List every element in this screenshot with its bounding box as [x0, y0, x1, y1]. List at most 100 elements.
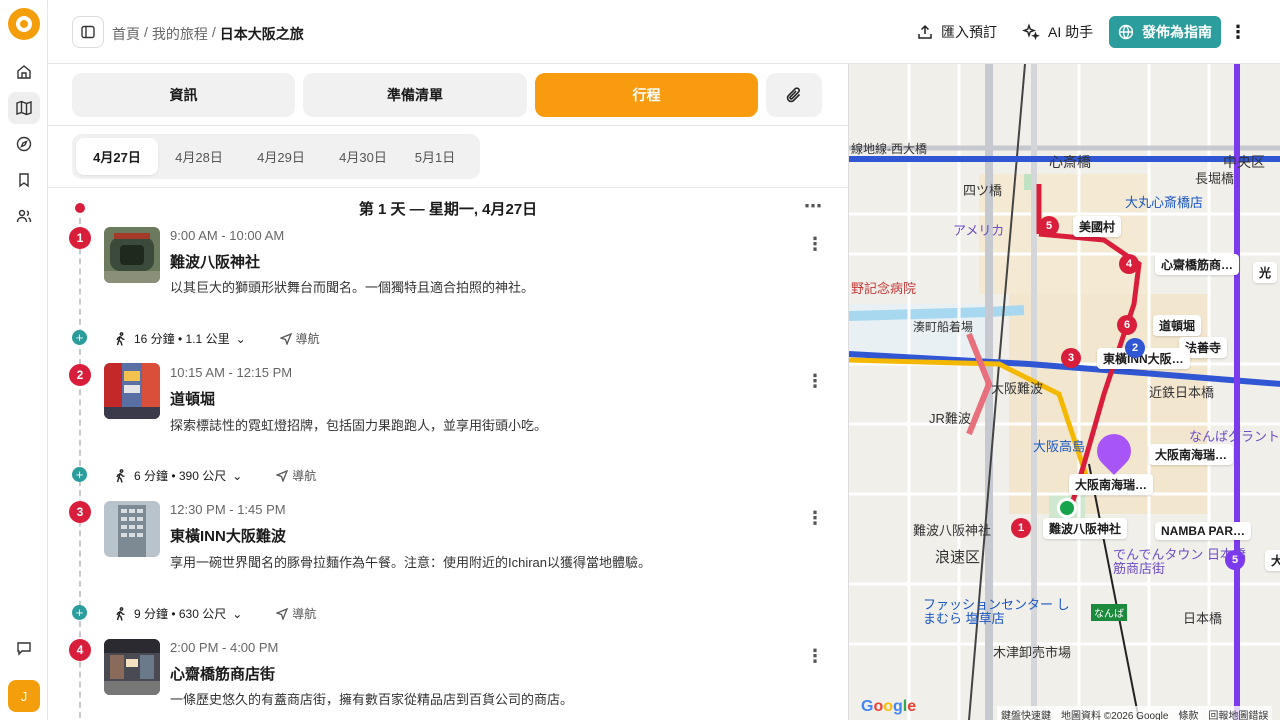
transit-info[interactable]: 16 分鐘 • 1.1 公里 ⌄ 導航 — [114, 330, 320, 347]
map-label: 線地線-西大橋 — [851, 142, 927, 156]
day-more-icon[interactable]: ⋯ — [804, 196, 822, 217]
stop-name[interactable]: 道頓堀 — [170, 388, 215, 409]
paperclip-icon — [786, 87, 801, 103]
map-pin[interactable]: 6 — [1117, 315, 1137, 335]
compass-icon[interactable] — [8, 128, 40, 160]
breadcrumb-trips[interactable]: 我的旅程 — [152, 24, 208, 44]
map-label: 四ツ橋 — [963, 183, 1003, 198]
map-label: 野記念病院 — [851, 281, 917, 296]
stop-number: 2 — [69, 364, 91, 386]
stop-time: 12:30 PM - 1:45 PM — [170, 502, 286, 517]
map-label: 浪速区 — [935, 549, 981, 566]
left-rail: J — [0, 0, 48, 720]
map-pin[interactable]: 5 — [1039, 216, 1059, 236]
publish-guide-button[interactable]: 發佈為指南 — [1109, 16, 1221, 48]
navigate-link[interactable]: 導航 — [276, 467, 316, 484]
map-place-label[interactable]: NAMBA PAR… — [1155, 522, 1251, 540]
map-label: 長堀橋 — [1195, 171, 1235, 186]
map-label: なんばグラント — [1189, 429, 1280, 444]
home-icon[interactable] — [8, 56, 40, 88]
transit-info[interactable]: 9 分鐘 • 630 公尺 ⌄ 導航 — [114, 605, 316, 622]
map-place-label[interactable]: 大阪南海瑞… — [1149, 444, 1234, 465]
map-place-label[interactable]: 大阪南海瑞… — [1069, 474, 1154, 495]
map-place-label[interactable]: 美國村 — [1073, 216, 1122, 237]
add-stop-icon[interactable]: + — [72, 330, 87, 345]
bookmark-icon[interactable] — [8, 164, 40, 196]
stop-more-icon[interactable]: ⋮ — [806, 371, 824, 392]
map-label: 日本橋 — [1183, 611, 1223, 626]
stop-more-icon[interactable]: ⋮ — [806, 508, 824, 529]
stop-more-icon[interactable]: ⋮ — [806, 646, 824, 667]
chevron-down-icon[interactable]: ⌄ — [232, 469, 242, 483]
keyboard-shortcuts-link[interactable]: 鍵盤快速鍵 — [1001, 707, 1051, 720]
map-label: 心斎橋 — [1049, 154, 1091, 170]
breadcrumb: 首頁 / 我的旅程 / 日本大阪之旅 — [112, 24, 304, 44]
google-logo: Google — [861, 698, 917, 715]
stop-time: 10:15 AM - 12:15 PM — [170, 365, 293, 380]
add-stop-icon[interactable]: + — [72, 605, 87, 620]
stop-thumbnail[interactable] — [104, 363, 160, 419]
map-place-label[interactable]: 心齋橋筋商… — [1155, 254, 1240, 275]
sidebar-toggle-button[interactable] — [72, 16, 104, 48]
itinerary-list: 第 1 天 — 星期一, 4月27日 ⋯ 1 9:00 AM - 10:00 A… — [48, 188, 848, 720]
map-place-label[interactable]: 道頓堀 — [1153, 315, 1202, 336]
upload-icon — [918, 24, 932, 39]
stop-number: 4 — [69, 639, 91, 661]
stop-name[interactable]: 心齋橋筋商店街 — [170, 663, 275, 684]
chat-icon[interactable] — [8, 632, 40, 664]
map-label: 湊町船着場 — [913, 320, 974, 334]
avatar[interactable]: J — [8, 680, 40, 712]
navigation-icon — [276, 607, 289, 620]
terms-link[interactable]: 條款 — [1178, 707, 1198, 720]
map-label: アメリカ — [953, 223, 1005, 238]
navigate-link[interactable]: 導航 — [276, 605, 316, 622]
navigate-link[interactable]: 導航 — [279, 330, 320, 347]
app-logo[interactable] — [8, 8, 40, 40]
tab-attachments[interactable] — [766, 73, 822, 117]
map-icon[interactable] — [8, 92, 40, 124]
date-tab-2[interactable]: 4月28日 — [158, 138, 240, 175]
map-label: 難波八阪神社 — [913, 523, 992, 538]
stop-number: 1 — [69, 227, 91, 249]
transit-info[interactable]: 6 分鐘 • 390 公尺 ⌄ 導航 — [114, 467, 316, 484]
tab-info[interactable]: 資訊 — [72, 73, 295, 117]
map-place-label[interactable]: 大 — [1265, 550, 1280, 571]
map-place-label[interactable]: 光 — [1253, 262, 1278, 283]
map-view[interactable]: 線地線-西大橋 心斎橋 中央区 長堀橋 四ツ橋 大丸心斎橋店 アメリカ 野記念病… — [848, 64, 1280, 720]
map-pin[interactable]: 2 — [1125, 338, 1145, 358]
map-pin[interactable]: 5 — [1225, 550, 1245, 570]
map-label: 近鉄日本橋 — [1149, 385, 1215, 400]
top-bar: 首頁 / 我的旅程 / 日本大阪之旅 匯入預訂 AI 助手 發佈為指南 ⋮ — [48, 0, 1280, 64]
chevron-down-icon[interactable]: ⌄ — [236, 332, 246, 346]
map-pin[interactable]: 4 — [1119, 254, 1139, 274]
import-booking-button[interactable]: 匯入預訂 — [909, 16, 1005, 48]
tab-itinerary[interactable]: 行程 — [535, 73, 758, 117]
more-options-icon[interactable]: ⋮ — [1228, 20, 1248, 44]
users-icon[interactable] — [8, 200, 40, 232]
stop-thumbnail[interactable] — [104, 639, 160, 695]
date-tab-3[interactable]: 4月29日 — [240, 138, 322, 175]
map-pin[interactable]: 1 — [1011, 518, 1031, 538]
stop-more-icon[interactable]: ⋮ — [806, 234, 824, 255]
add-stop-icon[interactable]: + — [72, 467, 87, 482]
tab-checklist[interactable]: 準備清單 — [303, 73, 527, 117]
stop-thumbnail[interactable] — [104, 501, 160, 557]
breadcrumb-home[interactable]: 首頁 — [112, 24, 140, 44]
ai-assistant-button[interactable]: AI 助手 — [1014, 16, 1101, 48]
map-pin[interactable]: 3 — [1061, 348, 1081, 368]
stop-description: 享用一碗世界聞名的豚骨拉麵作為午餐。注意：使用附近的Ichiran以獲得當地體驗… — [170, 555, 652, 570]
chevron-down-icon[interactable]: ⌄ — [232, 607, 242, 621]
map-label: ファッションセンター しまむら 塩草店 — [923, 597, 1070, 626]
stop-name[interactable]: 東橫INN大阪難波 — [170, 525, 286, 546]
trip-tabs: 資訊 準備清單 行程 — [48, 64, 848, 126]
sidebar-icon — [81, 25, 95, 39]
date-tab-1[interactable]: 4月27日 — [76, 138, 158, 175]
stop-description: 以其巨大的獅頭形狀舞台而聞名。一個獨特且適合拍照的神社。 — [170, 280, 535, 295]
stop-name[interactable]: 難波八阪神社 — [170, 251, 260, 272]
date-tab-4[interactable]: 4月30日 — [322, 138, 404, 175]
map-place-label[interactable]: 難波八阪神社 — [1043, 518, 1128, 539]
station-marker-icon[interactable] — [1057, 498, 1077, 518]
date-tab-5[interactable]: 5月1日 — [394, 138, 476, 175]
report-error-link[interactable]: 回報地圖錯誤 — [1208, 707, 1268, 720]
stop-thumbnail[interactable] — [104, 227, 160, 283]
